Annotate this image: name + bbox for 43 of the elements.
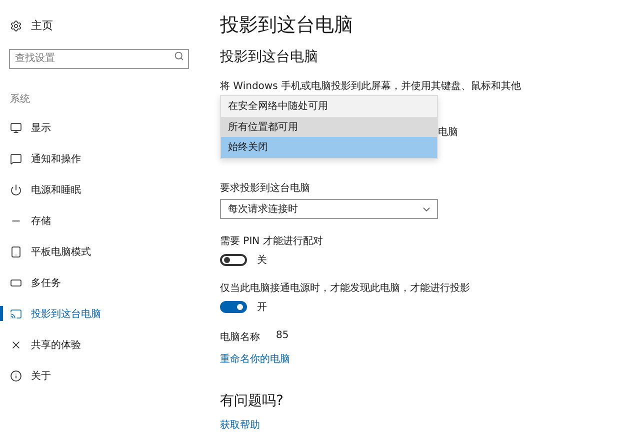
dropdown-option[interactable]: 所有位置都可用 bbox=[221, 116, 437, 137]
dropdown-option[interactable]: 在安全网络中随处可用 bbox=[221, 96, 437, 116]
sidebar-item[interactable]: 存储 bbox=[0, 205, 200, 236]
help-link[interactable]: 获取帮助 bbox=[220, 418, 260, 432]
sidebar-item[interactable]: 多任务 bbox=[0, 267, 200, 298]
rename-link[interactable]: 重命名你的电脑 bbox=[220, 352, 290, 366]
section-title: 投影到这台电脑 bbox=[220, 48, 319, 66]
monitor-icon bbox=[10, 122, 22, 134]
request-dropdown[interactable]: 每次请求连接时 bbox=[220, 199, 438, 219]
sidebar-item[interactable]: 通知和操作 bbox=[0, 143, 200, 174]
rectangle-icon bbox=[10, 276, 22, 288]
home-link[interactable]: 主页 bbox=[0, 0, 200, 34]
pc-name-value: 85 bbox=[276, 330, 289, 343]
power-icon bbox=[10, 184, 22, 196]
help-title: 有问题吗? bbox=[220, 392, 284, 410]
search-icon bbox=[174, 51, 184, 61]
selection-bar bbox=[0, 306, 3, 321]
search-field[interactable]: 查找设置 bbox=[9, 48, 189, 68]
setting-label: 需要 PIN 才能进行配对 bbox=[220, 234, 324, 248]
toggle-switch[interactable] bbox=[220, 254, 247, 266]
sidebar-item[interactable]: 平板电脑模式 bbox=[0, 236, 200, 267]
sidebar-item[interactable]: 关于 bbox=[0, 360, 200, 391]
description: 将 Windows 手机或电脑投影到此屏幕，并使用其键盘、鼠标和其他 bbox=[220, 80, 522, 93]
pc-name-label: 电脑名称 bbox=[220, 330, 260, 344]
setting-label: 仅当此电脑接通电源时，才能发现此电脑，才能进行投影 bbox=[220, 282, 471, 295]
cross-icon bbox=[10, 338, 22, 350]
speech-bubble-icon bbox=[10, 152, 22, 164]
setting-label: 要求投影到这台电脑 bbox=[220, 182, 311, 195]
tablet-icon bbox=[10, 246, 22, 258]
cast-icon bbox=[10, 308, 22, 320]
sidebar-item[interactable]: 投影到这台电脑 bbox=[0, 298, 200, 329]
sidebar-item[interactable]: 显示 bbox=[0, 112, 200, 143]
info-icon bbox=[10, 370, 22, 382]
toggle-state: 开 bbox=[257, 301, 267, 314]
section-heading: 系统 bbox=[10, 92, 31, 106]
dropdown-option[interactable]: 始终关闭 bbox=[221, 137, 437, 158]
toggle-state: 关 bbox=[257, 254, 267, 267]
sidebar-item[interactable]: 电源和睡眠 bbox=[0, 174, 200, 205]
toggle-switch[interactable] bbox=[220, 301, 247, 313]
description-fragment: 电脑 bbox=[438, 126, 458, 139]
sidebar-item[interactable]: 共享的体验 bbox=[0, 329, 200, 360]
page-title: 投影到这台电脑 bbox=[220, 13, 354, 38]
gear-icon bbox=[10, 20, 22, 32]
